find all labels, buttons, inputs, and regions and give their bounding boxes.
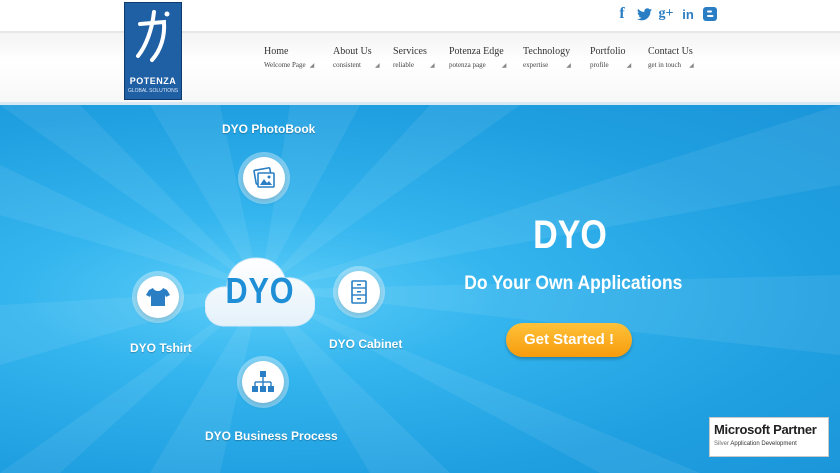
microsoft-partner-badge: Microsoft Partner Silver Application Dev…: [709, 417, 829, 457]
nav-item-sub: consistent ◢: [333, 61, 380, 69]
chevron-icon: ◢: [566, 63, 571, 69]
hero-title: DYO: [533, 213, 607, 257]
nav-item-home[interactable]: Home Welcome Page ◢: [264, 46, 314, 69]
nav-item-sub: expertise ◢: [523, 61, 571, 69]
nav-item-contact[interactable]: Contact Us get in touch ◢: [648, 46, 694, 69]
social-links: f g+ in: [614, 5, 718, 22]
cloud-label: DYO: [225, 270, 295, 311]
get-started-button[interactable]: Get Started !: [506, 323, 632, 357]
twitter-icon[interactable]: [636, 6, 652, 22]
tshirt-button[interactable]: [137, 276, 179, 318]
nav-item-sub: profile ◢: [590, 61, 632, 69]
nav-item-sub: potenza page ◢: [449, 61, 507, 69]
nav-item-sub: Welcome Page ◢: [264, 61, 315, 69]
linkedin-icon[interactable]: in: [680, 6, 696, 22]
potenza-logo[interactable]: POTENZA GLOBAL SOLUTIONS: [124, 2, 182, 100]
site-header: POTENZA GLOBAL SOLUTIONS f g+ in Home We…: [0, 0, 840, 105]
flowchart-icon: [252, 371, 274, 392]
photobook-button[interactable]: [243, 157, 285, 199]
nav-item-label: About Us: [333, 46, 372, 57]
tshirt-label: DYO Tshirt: [130, 341, 192, 355]
nav-item-label: Home: [264, 46, 289, 57]
logo-tagline: GLOBAL SOLUTIONS: [127, 88, 179, 94]
partner-competency: Silver Application Development: [714, 441, 797, 447]
logo-name: POTENZA: [129, 76, 177, 86]
cabinet-button[interactable]: [338, 271, 380, 313]
chevron-icon: ◢: [689, 63, 694, 69]
cabinet-label: DYO Cabinet: [329, 337, 403, 351]
nav-item-label: Technology: [523, 46, 571, 57]
nav-item-services[interactable]: Services reliable ◢: [393, 46, 435, 69]
nav-item-portfolio[interactable]: Portfolio profile ◢: [590, 46, 631, 69]
blogger-icon[interactable]: [702, 6, 718, 22]
nav-item-sub: reliable ◢: [393, 61, 435, 69]
nav-item-technology[interactable]: Technology expertise ◢: [523, 46, 571, 69]
business-process-label: DYO Business Process: [205, 429, 338, 443]
photobook-label: DYO PhotoBook: [222, 122, 316, 136]
cabinet-icon: [351, 280, 367, 304]
chevron-icon: ◢: [309, 63, 315, 69]
tshirt-icon: [146, 288, 170, 306]
nav-item-potenza-edge[interactable]: Potenza Edge potenza page ◢: [449, 46, 506, 69]
nav-item-about[interactable]: About Us consistent ◢: [333, 46, 380, 69]
hero-subtitle: Do Your Own Applications: [464, 273, 683, 294]
nav-item-label: Potenza Edge: [449, 46, 504, 57]
nav-item-label: Portfolio: [590, 46, 626, 57]
chevron-icon: ◢: [626, 63, 632, 69]
chevron-icon: ◢: [375, 63, 380, 69]
nav-item-sub: get in touch ◢: [648, 61, 694, 69]
facebook-icon[interactable]: f: [614, 5, 630, 22]
google-plus-icon[interactable]: g+: [658, 6, 674, 22]
nav-item-label: Contact Us: [648, 46, 693, 57]
business-process-button[interactable]: [242, 361, 284, 403]
logo-glyph-icon: [136, 10, 170, 62]
chevron-icon: ◢: [501, 63, 507, 69]
chevron-icon: ◢: [430, 63, 435, 69]
partner-title: Microsoft Partner: [714, 422, 817, 437]
photo-gallery-icon: [253, 167, 275, 188]
nav-item-label: Services: [393, 46, 427, 57]
